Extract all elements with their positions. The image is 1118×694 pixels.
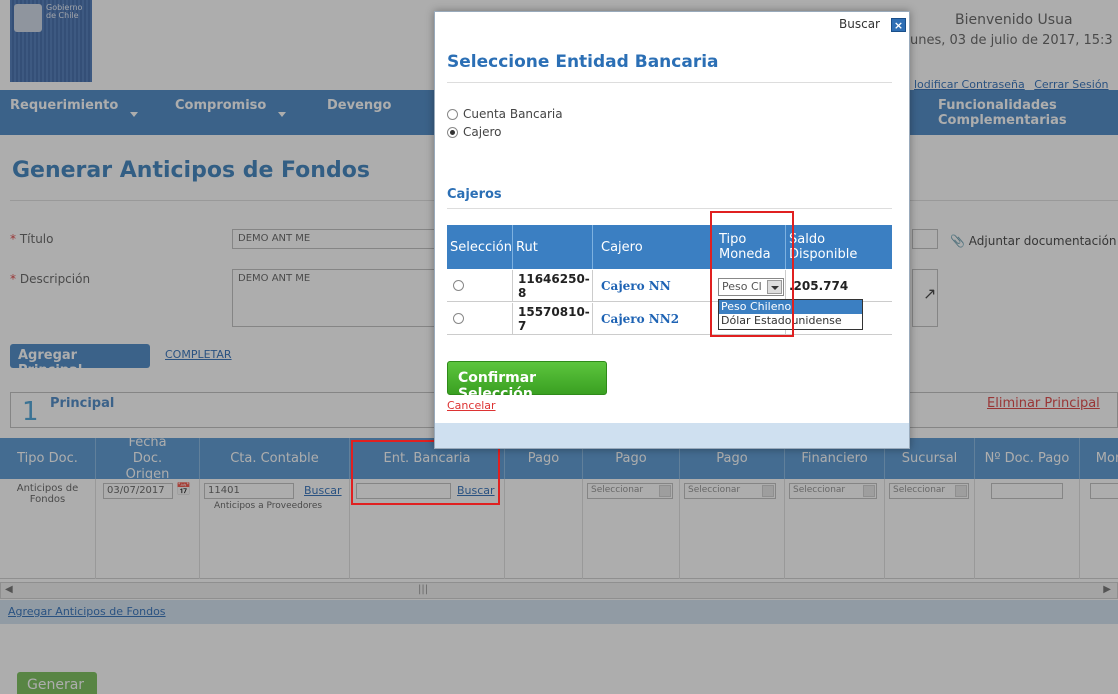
cajeros-table-header: Selección Rut Cajero Tipo Moneda Saldo D… xyxy=(447,225,892,269)
divider xyxy=(447,82,892,83)
highlight-box-entidad xyxy=(351,440,500,505)
select-cell xyxy=(447,270,513,302)
rut-cell: 15570810-7 xyxy=(513,303,593,335)
confirm-selection-button[interactable]: Confirmar Selección xyxy=(447,361,607,402)
bank-entity-modal: Buscar × Seleccione Entidad Bancaria Cue… xyxy=(434,11,936,449)
buscar-label: Buscar xyxy=(839,17,880,31)
select-cell xyxy=(447,303,513,335)
rut-cell: 11646250-8 xyxy=(513,270,593,302)
modal-footer xyxy=(435,423,909,448)
saldo-cell: .205.774 xyxy=(789,279,849,293)
highlight-box-moneda xyxy=(710,211,794,337)
row-select-radio[interactable] xyxy=(453,313,464,324)
column-header: Saldo Disponible xyxy=(789,232,858,262)
section-title: Cajeros xyxy=(447,187,502,202)
cancel-link[interactable]: Cancelar xyxy=(447,399,496,412)
column-header: Selección xyxy=(447,225,513,269)
table-row: 11646250-8 Cajero NN .205.774 xyxy=(447,270,892,302)
row-select-radio[interactable] xyxy=(453,280,464,291)
cajero-cell: Cajero NN2 xyxy=(593,303,711,335)
cursor-icon: ↗ xyxy=(923,284,937,303)
modal-title: Seleccione Entidad Bancaria xyxy=(447,52,719,72)
close-icon[interactable]: × xyxy=(891,18,906,32)
cajero-cell: Cajero NN xyxy=(593,270,711,302)
column-header: Rut xyxy=(513,225,593,269)
radio-label: Cajero xyxy=(463,125,502,139)
column-header: Cajero xyxy=(593,225,711,269)
divider xyxy=(447,208,892,209)
radio-cajero[interactable] xyxy=(447,127,458,138)
radio-cuenta-bancaria[interactable] xyxy=(447,109,458,120)
radio-label: Cuenta Bancaria xyxy=(463,107,563,121)
